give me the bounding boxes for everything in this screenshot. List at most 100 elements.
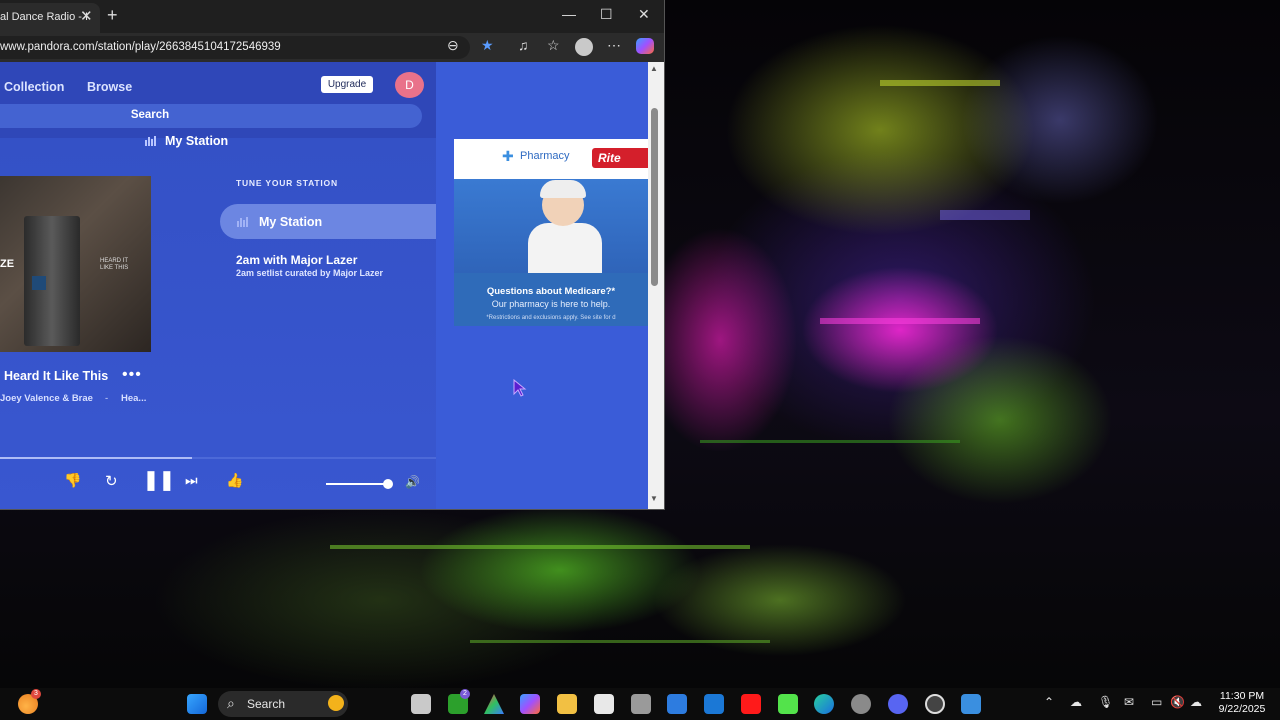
album-art: ZE HEARD IT LIKE THIS (0, 176, 151, 352)
settings-gear-icon[interactable] (851, 694, 871, 714)
browser-tab[interactable]: al Dance Radio - I ✕ (0, 3, 100, 33)
browser-window: al Dance Radio - I ✕ + — ☐ ✕ www.pandora… (0, 0, 665, 510)
maximize-button[interactable]: ☐ (600, 6, 613, 23)
notification-app-icon[interactable]: ✉ (1124, 695, 1134, 709)
cube-app-icon[interactable] (631, 694, 651, 714)
wallpaper-glitch-line (470, 640, 770, 643)
profile-icon[interactable] (575, 38, 593, 56)
volume-slider-handle[interactable] (383, 479, 394, 489)
ad-question: Questions about Medicare?* (486, 286, 616, 297)
search-highlight-icon (328, 695, 344, 711)
progress-fill (0, 457, 192, 459)
station-item-subtitle: 2am setlist curated by Major Lazer (236, 268, 384, 278)
onedrive-icon[interactable]: ☁ (1070, 695, 1082, 709)
track-more-button[interactable]: ••• (122, 366, 142, 384)
minimize-button[interactable]: — (562, 6, 576, 22)
obs-icon[interactable] (925, 694, 945, 714)
window-app-icon[interactable] (961, 694, 981, 714)
new-tab-button[interactable]: + (107, 5, 118, 26)
edge-icon[interactable] (814, 694, 834, 714)
ad-footer: Questions about Medicare?* Our pharmacy … (454, 273, 648, 326)
skip-icon[interactable]: ⏭ (185, 472, 198, 489)
taskbar-search[interactable]: ⌕ Search (218, 691, 348, 717)
search-icon: ⌕ (227, 695, 235, 711)
volume-muted-icon[interactable]: 🔇 (1170, 695, 1185, 709)
equalizer-icon (237, 217, 249, 227)
search-input[interactable]: Search (0, 104, 422, 128)
pharmacist-coat (528, 223, 602, 275)
station-header-label: My Station (165, 134, 229, 148)
tray-overflow-icon[interactable]: ⌃ (1044, 695, 1054, 709)
wallpaper-glitch-line (880, 80, 1000, 86)
tab-close-icon[interactable]: ✕ (80, 7, 93, 25)
clock-date: 9/22/2025 (1218, 703, 1266, 715)
pharmacy-ad[interactable]: ✚ Pharmacy Rite Questions about Medicare… (454, 139, 648, 326)
thumbs-up-icon[interactable]: 👍 (226, 472, 243, 489)
equalizer-icon (145, 136, 157, 146)
ad-subtitle: Our pharmacy is here to help. (491, 299, 611, 309)
scrollbar-thumb[interactable] (651, 108, 658, 286)
network-icon[interactable]: ▭ (1151, 695, 1162, 709)
file-explorer-icon[interactable] (557, 694, 577, 714)
pharmacist-hair (540, 180, 586, 198)
payphone-screen (32, 276, 46, 290)
ad-brand-logo: Rite (592, 148, 648, 168)
ad-pharmacy-label: Pharmacy (520, 150, 570, 162)
close-window-button[interactable]: ✕ (638, 6, 650, 23)
track-title[interactable]: Heard It Like This (4, 369, 108, 383)
discord-icon[interactable] (888, 694, 908, 714)
media-icon[interactable]: ♫ (518, 37, 529, 53)
mouse-cursor-icon (513, 379, 527, 397)
tune-station-label: TUNE YOUR STATION (236, 178, 338, 188)
album-art-text: ZE (0, 258, 15, 270)
track-album[interactable]: Hea... (121, 393, 146, 404)
kick-icon[interactable] (778, 694, 798, 714)
microphone-icon[interactable]: 🎙 (1098, 695, 1113, 709)
nav-browse[interactable]: Browse (87, 80, 132, 94)
progress-bar[interactable] (0, 457, 436, 459)
url-field[interactable]: www.pandora.com/station/play/26638451041… (0, 36, 470, 59)
track-artist[interactable]: Joey Valence & Brae (0, 393, 93, 404)
station-item-label: My Station (259, 215, 323, 229)
scroll-up-icon[interactable]: ▲ (650, 64, 658, 73)
drive-icon[interactable] (484, 694, 504, 714)
wallpaper-glitch-line (700, 440, 960, 443)
task-view-icon[interactable] (411, 694, 431, 714)
avatar[interactable]: D (395, 72, 424, 98)
more-menu-icon[interactable]: ⋯ (607, 37, 621, 54)
pandora-top-nav: Collection Browse Upgrade D Search (0, 62, 436, 138)
youtube-icon[interactable] (741, 694, 761, 714)
speaker-icon[interactable]: 🔊 (405, 475, 420, 489)
upgrade-button[interactable]: Upgrade (321, 76, 373, 93)
whiteboard-icon[interactable] (667, 694, 687, 714)
wallpaper-glitch-line (820, 318, 980, 324)
scroll-down-icon[interactable]: ▼ (650, 494, 658, 503)
store-icon[interactable] (594, 694, 614, 714)
pharmacy-cross-icon: ✚ (502, 148, 514, 164)
wallpaper-glitch-line (330, 545, 750, 549)
album-art-title: HEARD IT LIKE THIS (100, 258, 129, 271)
copilot-app-icon[interactable] (520, 694, 540, 714)
taskbar: 3 ⌕ Search 2 ⌃ ☁ 🎙 ✉ ▭ 🔇 ☁ 11:30 PM 9/22… (0, 688, 1280, 720)
thumbs-down-icon[interactable]: 👎 (64, 472, 81, 489)
battery-cloud-icon[interactable]: ☁ (1190, 695, 1202, 709)
station-item-my-station[interactable]: My Station (220, 204, 436, 239)
station-item-2am-major-lazer[interactable]: 2am with Major Lazer 2am setlist curated… (236, 253, 383, 278)
current-station-header: My Station (145, 134, 228, 148)
replay-icon[interactable]: ↻ (105, 472, 118, 490)
taskbar-clock[interactable]: 11:30 PM 9/22/2025 (1212, 690, 1272, 716)
wallpaper-glitch-line (940, 210, 1030, 220)
weather-badge: 3 (31, 689, 41, 699)
copilot-icon[interactable] (636, 38, 654, 54)
tracking-icon[interactable]: ⊖ (447, 37, 459, 54)
tab-title: al Dance Radio - I (0, 11, 89, 23)
outlook-icon[interactable] (704, 694, 724, 714)
nav-collection[interactable]: Collection (4, 80, 64, 94)
favorite-star-icon[interactable]: ★ (481, 37, 494, 54)
browser-titlebar: al Dance Radio - I ✕ + — ☐ ✕ (0, 0, 664, 33)
url-text: www.pandora.com/station/play/26638451041… (0, 41, 281, 53)
start-windows-icon[interactable] (187, 694, 207, 714)
favorites-icon[interactable]: ☆ (547, 37, 560, 54)
clock-time: 11:30 PM (1219, 690, 1265, 702)
pause-icon[interactable]: ❚❚ (143, 469, 175, 492)
